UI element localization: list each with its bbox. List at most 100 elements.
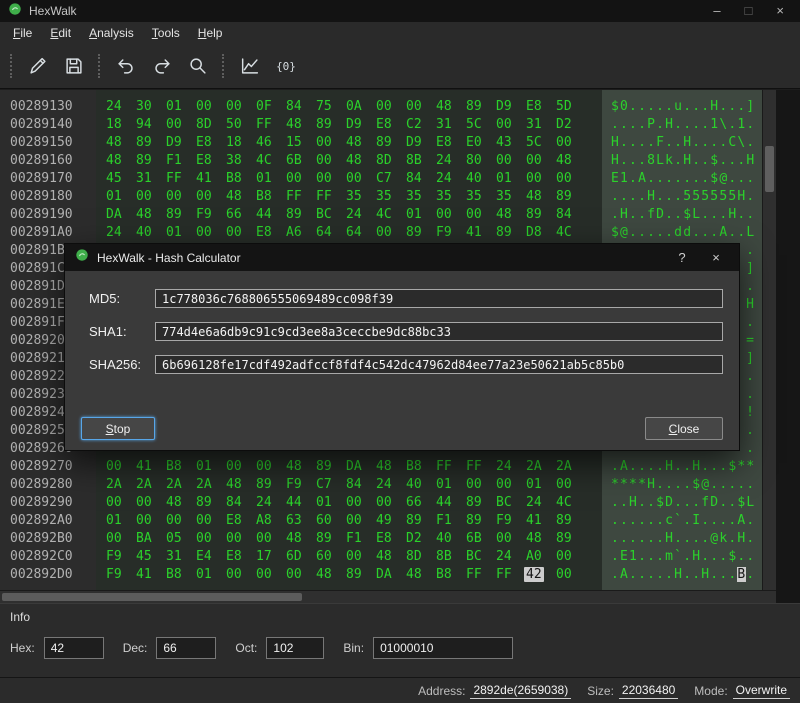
- hex-byte[interactable]: FF: [316, 188, 346, 206]
- hex-byte[interactable]: 00: [556, 476, 586, 494]
- hex-byte[interactable]: D8: [526, 224, 556, 242]
- hex-byte[interactable]: 50: [226, 116, 256, 134]
- horizontal-scrollbar-thumb[interactable]: [2, 593, 302, 601]
- hex-byte[interactable]: 40: [466, 170, 496, 188]
- hex-byte[interactable]: 80: [466, 152, 496, 170]
- hex-byte[interactable]: 48: [376, 548, 406, 566]
- undo-icon[interactable]: [110, 49, 142, 83]
- hex-byte[interactable]: 00: [226, 224, 256, 242]
- hex-byte[interactable]: 5D: [556, 98, 586, 116]
- hex-byte[interactable]: 8D: [376, 152, 406, 170]
- hex-byte[interactable]: 89: [466, 494, 496, 512]
- hex-byte[interactable]: 48: [106, 134, 136, 152]
- hex-byte[interactable]: 94: [136, 116, 166, 134]
- hex-byte[interactable]: 00: [406, 98, 436, 116]
- hex-byte[interactable]: 48: [376, 458, 406, 476]
- hex-byte[interactable]: 8D: [406, 548, 436, 566]
- hex-byte[interactable]: 01: [166, 224, 196, 242]
- hex-byte[interactable]: 00: [526, 152, 556, 170]
- hex-byte[interactable]: 89: [136, 134, 166, 152]
- hex-byte[interactable]: B8: [436, 566, 466, 584]
- hex-byte[interactable]: 00: [376, 224, 406, 242]
- toolbar-grip[interactable]: [10, 54, 12, 78]
- hex-byte[interactable]: 00: [196, 98, 226, 116]
- hex-byte[interactable]: 6B: [286, 152, 316, 170]
- row-ascii[interactable]: ....H...555555H.: [602, 188, 762, 206]
- hex-byte[interactable]: F9: [286, 476, 316, 494]
- hex-byte[interactable]: E8: [376, 530, 406, 548]
- dec-value-input[interactable]: [156, 637, 216, 659]
- hex-byte[interactable]: 00: [556, 566, 586, 584]
- hex-byte[interactable]: B8: [406, 458, 436, 476]
- row-ascii[interactable]: ..H..$D...fD..$L: [602, 494, 762, 512]
- row-bytes[interactable]: 00BA050000004889F1E8D2406B004889: [96, 530, 602, 548]
- hex-byte[interactable]: 00: [556, 134, 586, 152]
- hex-byte[interactable]: 45: [106, 170, 136, 188]
- hex-byte[interactable]: 89: [346, 566, 376, 584]
- row-ascii[interactable]: H...8Lk.H..$...H: [602, 152, 762, 170]
- hex-byte[interactable]: 00: [316, 170, 346, 188]
- hex-byte[interactable]: 00: [196, 188, 226, 206]
- close-button[interactable]: Close: [645, 417, 723, 440]
- hex-byte[interactable]: FF: [436, 458, 466, 476]
- hex-byte[interactable]: 40: [406, 476, 436, 494]
- menu-item-tools[interactable]: Tools: [143, 22, 189, 44]
- hex-byte[interactable]: 48: [496, 206, 526, 224]
- hex-byte[interactable]: E4: [196, 548, 226, 566]
- hex-byte[interactable]: 00: [196, 530, 226, 548]
- toolbar-grip[interactable]: [98, 54, 100, 78]
- row-ascii[interactable]: ......c`.I....A.: [602, 512, 762, 530]
- hex-byte[interactable]: 89: [376, 134, 406, 152]
- hex-byte[interactable]: B8: [256, 188, 286, 206]
- oct-value-input[interactable]: [266, 637, 324, 659]
- hex-byte[interactable]: F1: [436, 512, 466, 530]
- hex-byte[interactable]: FF: [256, 116, 286, 134]
- row-bytes[interactable]: 2440010000E8A664640089F94189D84C: [96, 224, 602, 242]
- hex-byte[interactable]: 41: [526, 512, 556, 530]
- hex-byte[interactable]: 00: [226, 98, 256, 116]
- hex-byte[interactable]: 48: [436, 98, 466, 116]
- hex-byte[interactable]: 48: [526, 188, 556, 206]
- hex-byte[interactable]: D2: [406, 530, 436, 548]
- menu-item-analysis[interactable]: Analysis: [80, 22, 143, 44]
- hex-byte[interactable]: D9: [496, 98, 526, 116]
- row-bytes[interactable]: 1894008D50FF4889D9E8C2315C0031D2: [96, 116, 602, 134]
- hex-byte[interactable]: 4C: [256, 152, 286, 170]
- row-bytes[interactable]: 4889D9E8184615004889D9E8E0435C00: [96, 134, 602, 152]
- hex-byte[interactable]: 40: [136, 224, 166, 242]
- hex-byte[interactable]: 48: [166, 494, 196, 512]
- row-ascii[interactable]: ....P.H....1\.1.: [602, 116, 762, 134]
- save-icon[interactable]: [58, 49, 90, 83]
- hex-byte[interactable]: FF: [466, 566, 496, 584]
- hex-byte[interactable]: 48: [106, 152, 136, 170]
- charts-icon[interactable]: [234, 49, 266, 83]
- hex-byte[interactable]: E8: [256, 224, 286, 242]
- hex-byte[interactable]: FF: [496, 566, 526, 584]
- hex-byte[interactable]: 00: [496, 116, 526, 134]
- hex-byte[interactable]: 00: [316, 152, 346, 170]
- hex-byte[interactable]: 00: [346, 548, 376, 566]
- hex-byte[interactable]: B8: [226, 170, 256, 188]
- row-ascii[interactable]: $@.....dd...A..L: [602, 224, 762, 242]
- hex-byte[interactable]: 4C: [556, 494, 586, 512]
- hex-byte[interactable]: E8: [526, 98, 556, 116]
- hex-byte[interactable]: BA: [136, 530, 166, 548]
- hex-byte[interactable]: E8: [436, 134, 466, 152]
- hex-byte[interactable]: 48: [526, 530, 556, 548]
- hex-byte[interactable]: 2A: [136, 476, 166, 494]
- hex-byte[interactable]: F9: [106, 566, 136, 584]
- hex-byte[interactable]: 00: [346, 494, 376, 512]
- hex-byte[interactable]: 41: [196, 170, 226, 188]
- hex-byte[interactable]: 66: [226, 206, 256, 224]
- hex-byte[interactable]: 89: [166, 206, 196, 224]
- menu-item-file[interactable]: File: [4, 22, 41, 44]
- row-ascii[interactable]: .E1...m`.H...$..: [602, 548, 762, 566]
- hex-byte[interactable]: FF: [286, 188, 316, 206]
- hex-byte[interactable]: 31: [166, 548, 196, 566]
- row-ascii[interactable]: $0.....u...H...]: [602, 98, 762, 116]
- hex-byte[interactable]: 00: [316, 134, 346, 152]
- hex-byte[interactable]: 48: [286, 116, 316, 134]
- hex-byte[interactable]: 84: [226, 494, 256, 512]
- hex-byte[interactable]: 44: [256, 206, 286, 224]
- hex-byte[interactable]: 01: [166, 98, 196, 116]
